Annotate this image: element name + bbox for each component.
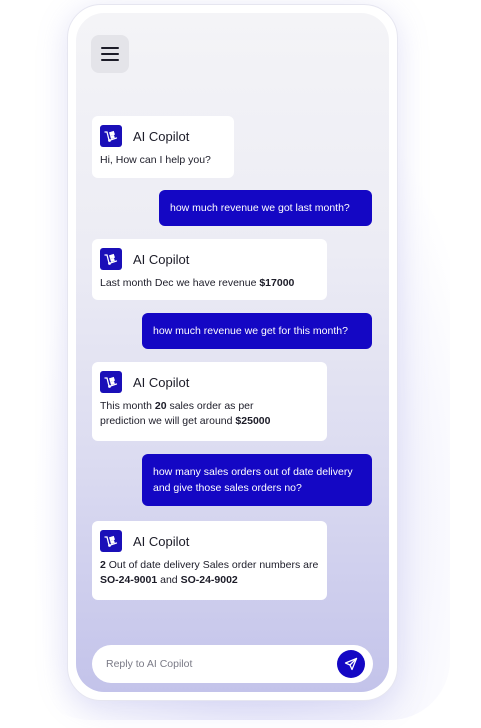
hand-truck-icon xyxy=(100,248,122,270)
ai-message: AI Copilot 2 Out of date delivery Sales … xyxy=(92,521,327,600)
sales-order-count: 20 xyxy=(154,400,167,412)
ai-message-header: AI Copilot xyxy=(100,125,226,147)
user-message: how much revenue we got last month? xyxy=(159,190,372,226)
ai-sender-name: AI Copilot xyxy=(133,251,190,267)
ai-message-header: AI Copilot xyxy=(100,371,319,393)
ai-message: AI Copilot Last month Dec we have revenu… xyxy=(92,239,327,300)
send-button[interactable] xyxy=(337,650,365,678)
ai-message-text: This month 20 sales order as per predict… xyxy=(100,400,271,427)
user-message-text: how many sales orders out of date delive… xyxy=(153,466,353,494)
ai-sender-name: AI Copilot xyxy=(133,533,190,549)
sales-order-number: SO-24-9002 xyxy=(180,574,238,586)
phone-frame: AI Copilot Hi, How can I help you? how m… xyxy=(67,4,398,701)
ai-sender-name: AI Copilot xyxy=(133,374,190,390)
user-message: how much revenue we get for this month? xyxy=(142,313,372,349)
hamburger-menu-icon xyxy=(101,47,119,61)
ai-message-header: AI Copilot xyxy=(100,248,319,270)
ai-message: AI Copilot This month 20 sales order as … xyxy=(92,362,327,441)
reply-bar xyxy=(92,645,373,683)
menu-button[interactable] xyxy=(91,35,129,73)
user-message-text: how much revenue we get for this month? xyxy=(153,325,348,337)
reply-input[interactable] xyxy=(104,657,328,671)
user-message: how many sales orders out of date delive… xyxy=(142,454,372,506)
hand-truck-icon xyxy=(100,371,122,393)
ai-message-text: Hi, How can I help you? xyxy=(100,154,211,166)
hand-truck-icon xyxy=(100,530,122,552)
revenue-amount: $17000 xyxy=(259,277,295,289)
ai-message-text: Last month Dec we have revenue $17000 xyxy=(100,277,295,289)
hand-truck-icon xyxy=(100,125,122,147)
user-message-text: how much revenue we got last month? xyxy=(170,202,350,214)
paper-plane-icon xyxy=(344,657,358,671)
predicted-revenue: $25000 xyxy=(235,415,271,427)
ai-message-text: 2 Out of date delivery Sales order numbe… xyxy=(100,559,319,586)
ai-message: AI Copilot Hi, How can I help you? xyxy=(92,116,234,178)
ai-message-header: AI Copilot xyxy=(100,530,319,552)
sales-order-number: SO-24-9001 xyxy=(100,574,158,586)
ai-sender-name: AI Copilot xyxy=(133,128,190,144)
chat-screen: AI Copilot Hi, How can I help you? how m… xyxy=(76,13,389,692)
